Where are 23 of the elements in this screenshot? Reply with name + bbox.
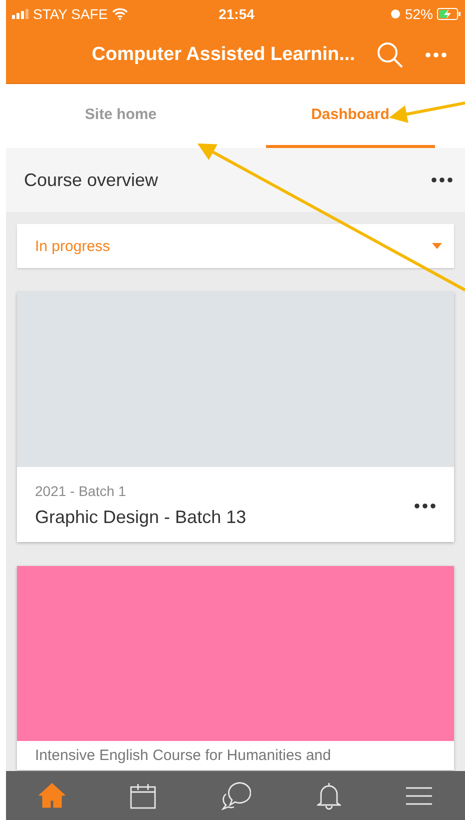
bell-icon[interactable]	[316, 782, 341, 810]
signal-icon	[12, 8, 29, 18]
calendar-icon[interactable]	[130, 782, 156, 808]
carrier-name: STAY SAFE	[33, 6, 108, 22]
filter-dropdown[interactable]: In progress	[17, 224, 454, 268]
battery-charging-icon	[437, 8, 461, 20]
more-options-icon[interactable]	[431, 177, 453, 183]
alarm-clock-icon	[390, 8, 401, 19]
menu-icon[interactable]	[406, 786, 432, 804]
battery-percentage: 52%	[404, 6, 433, 22]
wifi-icon	[112, 8, 128, 20]
search-icon[interactable]	[377, 42, 403, 68]
course-title: Computer Assisted Learnin...	[92, 44, 355, 66]
course-category: 2021 - Batch 1	[35, 483, 128, 499]
course-name: Graphic Design - Batch 13	[35, 507, 246, 528]
more-options-icon[interactable]	[414, 502, 436, 508]
clock-time: 21:54	[218, 6, 254, 22]
section-title: Course overview	[24, 170, 158, 190]
chat-bubbles-icon[interactable]	[221, 782, 252, 810]
course-card[interactable]: Intensive English Course for Humanities and	[17, 566, 454, 770]
caret-icon	[432, 243, 442, 249]
course-card[interactable]: 2021 - Batch 1 Graphic Design - Batch 13	[17, 292, 454, 542]
course-name: Intensive English Course for Humanities and	[35, 747, 331, 764]
